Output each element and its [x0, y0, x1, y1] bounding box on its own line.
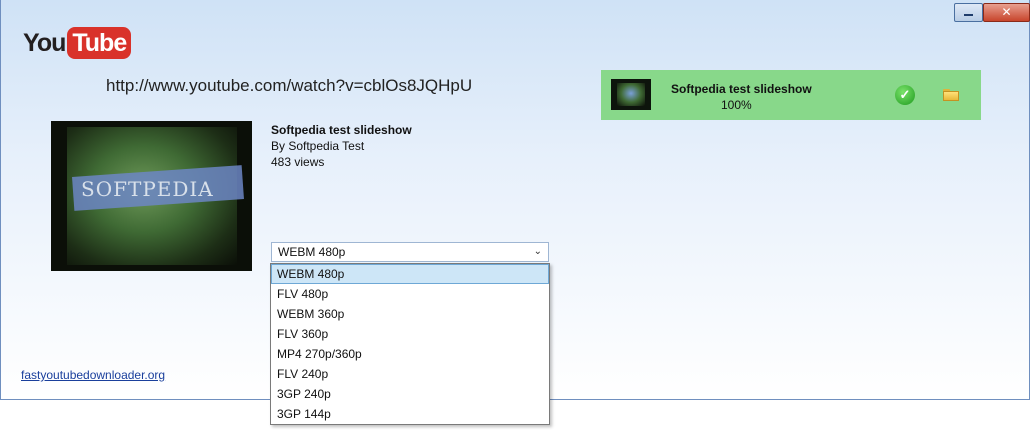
format-select[interactable]: WEBM 480p ⌄ [271, 242, 549, 262]
check-icon[interactable]: ✓ [895, 85, 915, 105]
format-option[interactable]: FLV 240p [271, 364, 549, 384]
close-icon: ✕ [1001, 5, 1012, 19]
folder-icon[interactable] [943, 89, 959, 101]
format-select-value: WEBM 480p [278, 245, 346, 259]
format-option[interactable]: FLV 360p [271, 324, 549, 344]
minimize-icon [964, 14, 973, 16]
video-url: http://www.youtube.com/watch?v=cblOs8JQH… [106, 76, 473, 95]
youtube-logo: You Tube [23, 26, 132, 60]
format-option[interactable]: 3GP 240p [271, 384, 549, 404]
download-title: Softpedia test slideshow [671, 82, 812, 96]
logo-text-you: You [23, 28, 66, 57]
download-item: Softpedia test slideshow 100% ✓ [601, 70, 981, 120]
logo-text-tube: Tube [67, 27, 132, 59]
video-views: 483 views [271, 155, 325, 169]
format-option[interactable]: FLV 480p [271, 284, 549, 304]
video-info: Softpedia test slideshow By Softpedia Te… [271, 122, 412, 170]
video-title: Softpedia test slideshow [271, 123, 412, 137]
chevron-down-icon: ⌄ [533, 246, 542, 257]
download-progress: 100% [721, 98, 752, 112]
format-option[interactable]: MP4 270p/360p [271, 344, 549, 364]
minimize-button[interactable] [954, 3, 983, 22]
close-button[interactable]: ✕ [983, 3, 1030, 22]
website-link[interactable]: fastyoutubedownloader.org [21, 368, 165, 382]
format-dropdown-list: WEBM 480p FLV 480p WEBM 360p FLV 360p MP… [270, 263, 550, 425]
thumbnail-text: SOFTPEDIA [81, 177, 214, 201]
video-thumbnail: SOFTPEDIA [51, 121, 252, 271]
format-option[interactable]: 3GP 144p [271, 404, 549, 424]
download-thumbnail [611, 79, 651, 110]
video-author: By Softpedia Test [271, 139, 365, 153]
format-option[interactable]: WEBM 480p [271, 264, 549, 284]
format-option[interactable]: WEBM 360p [271, 304, 549, 324]
